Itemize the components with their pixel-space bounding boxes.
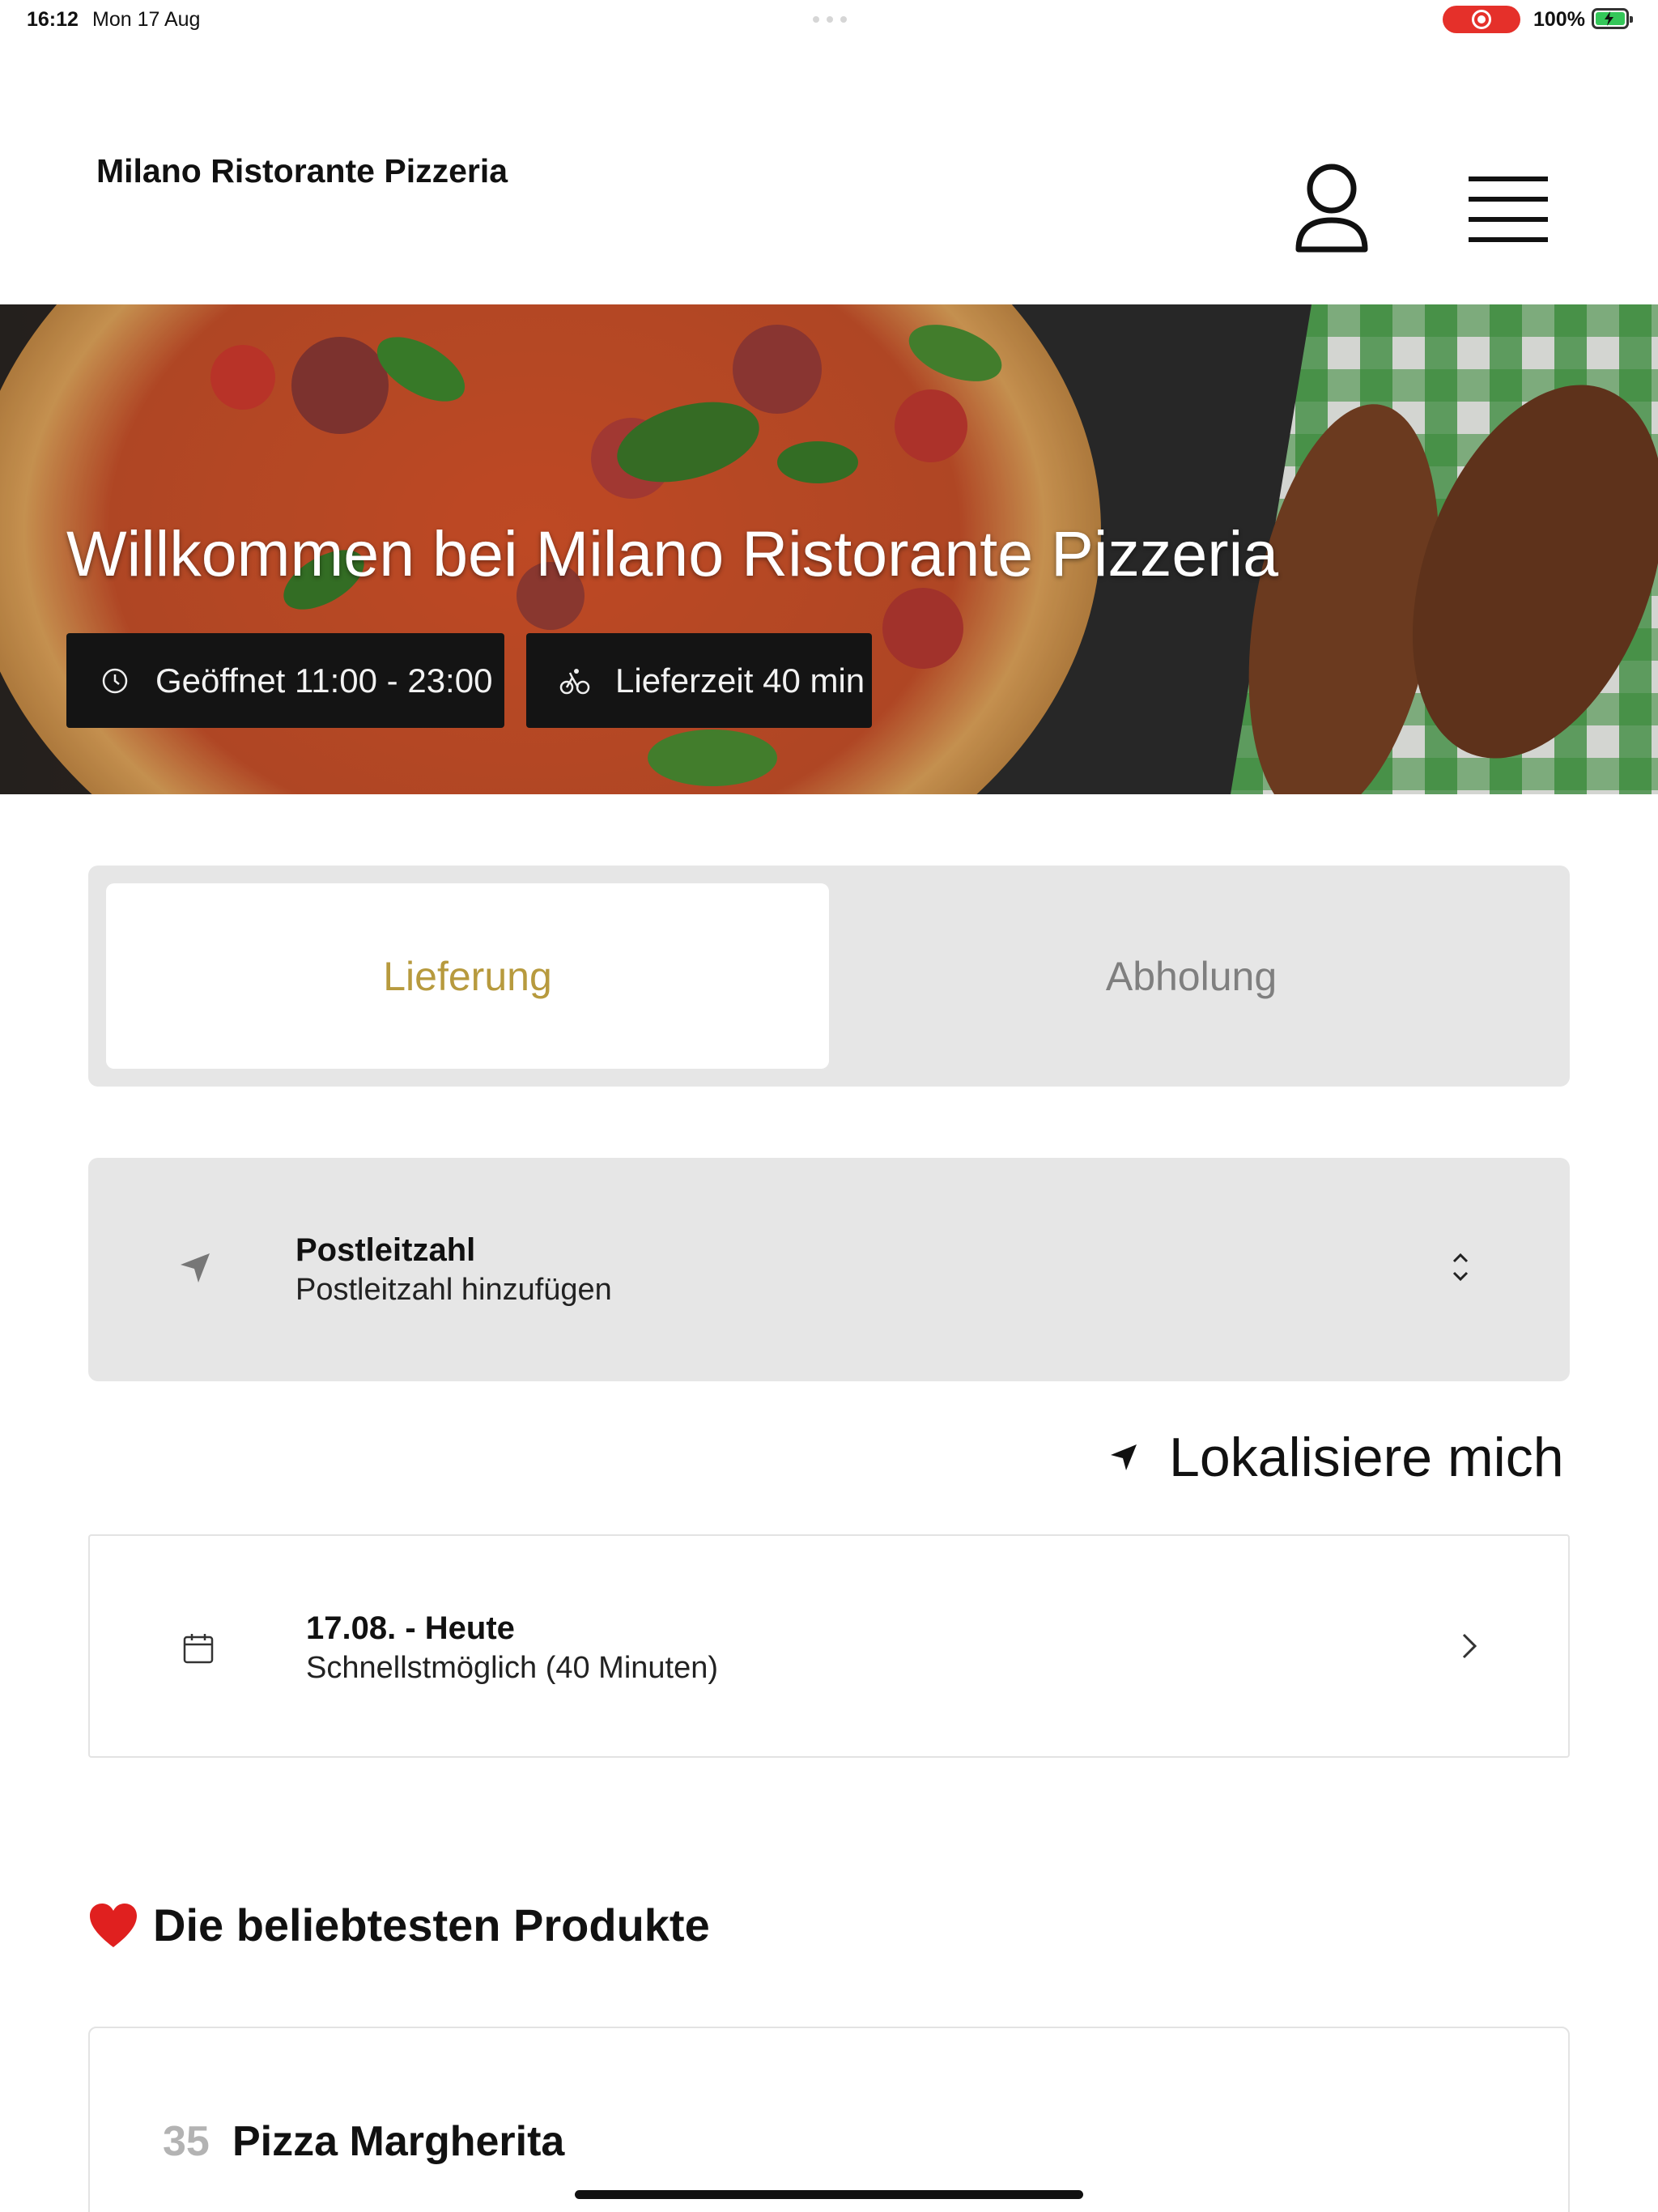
site-title[interactable]: Milano Ristorante Pizzeria [96,152,508,190]
site-header: Milano Ristorante Pizzeria [0,39,1658,304]
bicycle-icon [559,668,590,694]
battery-percentage: 100% [1533,8,1585,31]
delivery-date-title: 17.08. - Heute [306,1610,515,1646]
popular-products-title: Die beliebtesten Produkte [153,1899,710,1950]
menu-button[interactable] [1457,168,1558,249]
calendar-icon [183,1634,214,1664]
postal-code-value: Postleitzahl hinzufügen [295,1273,612,1307]
location-arrow-icon [1111,1444,1137,1470]
opening-hours-text: Geöffnet 11:00 - 23:00 [155,661,493,700]
product-number: 35 [163,2118,210,2165]
delivery-time-selector[interactable]: 17.08. - Heute Schnellstmöglich (40 Minu… [88,1534,1570,1758]
account-button[interactable] [1287,160,1376,257]
person-outline-icon [1295,164,1368,253]
delivery-date-subtitle: Schnellstmöglich (40 Minuten) [306,1651,719,1685]
battery-icon [1592,8,1633,29]
tab-delivery[interactable]: Lieferung [106,883,829,1069]
heart-icon [90,1903,137,1947]
status-date: Mon 17 Aug [92,8,201,31]
home-indicator[interactable] [575,2190,1083,2199]
order-mode-toggle: Lieferung Abholung [88,866,1570,1087]
status-time: 16:12 [27,8,79,31]
locate-me-button[interactable]: Lokalisiere mich [1109,1425,1564,1490]
product-name: Pizza Margherita [232,2118,565,2165]
navigation-arrow-icon [181,1253,210,1283]
tab-pickup[interactable]: Abholung [830,883,1553,1069]
product-card[interactable]: 35 Pizza Margherita [88,2027,1570,2212]
multitasking-dots-icon[interactable] [813,16,847,23]
postal-code-selector[interactable]: Postleitzahl Postleitzahl hinzufügen [88,1158,1570,1381]
delivery-time-text: Lieferzeit 40 min [615,661,865,700]
chevron-right-icon [1462,1633,1477,1659]
locate-me-label: Lokalisiere mich [1169,1427,1564,1488]
opening-hours-chip: Geöffnet 11:00 - 23:00 [66,633,504,728]
postal-code-label: Postleitzahl [295,1232,476,1268]
delivery-time-chip: Lieferzeit 40 min [526,633,872,728]
hero-banner: Willkommen bei Milano Ristorante Pizzeri… [0,304,1658,794]
clock-icon [102,668,128,693]
screen-recording-icon[interactable] [1443,6,1520,33]
hero-title: Willkommen bei Milano Ristorante Pizzeri… [66,517,1279,589]
hamburger-menu-icon [1469,177,1548,242]
popular-products-heading: Die beliebtesten Produkte [88,1899,710,1951]
chevron-up-down-icon [1452,1253,1469,1282]
status-bar: 16:12 Mon 17 Aug 100% [0,0,1658,39]
